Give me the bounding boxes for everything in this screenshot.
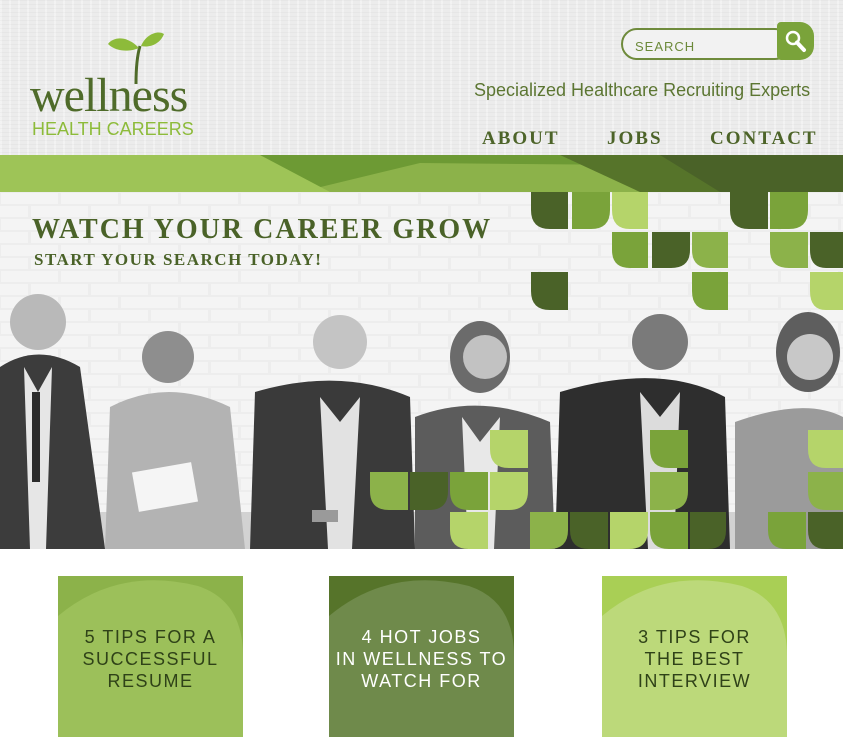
site-header: wellness HEALTH CAREERS Specialized Heal… — [0, 0, 843, 157]
search-box — [621, 28, 791, 60]
nav-jobs[interactable]: JOBS — [607, 128, 663, 150]
magnifier-icon — [785, 30, 806, 52]
hero-banner: WATCH YOUR CAREER GROW START YOUR SEARCH… — [0, 192, 843, 549]
search-input[interactable] — [633, 35, 777, 57]
logo-subtitle: HEALTH CAREERS — [32, 119, 194, 139]
nav-about[interactable]: ABOUT — [482, 128, 560, 150]
tile-interview-tips[interactable]: 3 TIPS FOR THE BEST INTERVIEW — [602, 576, 787, 737]
tile-label: 4 HOT JOBS IN WELLNESS TO WATCH FOR — [335, 627, 508, 691]
logo-wordmark: wellness — [30, 69, 188, 122]
hero-subtitle: START YOUR SEARCH TODAY! — [34, 250, 323, 269]
tile-label: 3 TIPS FOR THE BEST INTERVIEW — [637, 627, 752, 691]
tagline: Specialized Healthcare Recruiting Expert… — [474, 80, 811, 100]
logo[interactable]: wellness HEALTH CAREERS — [26, 28, 216, 143]
tile-label: 5 TIPS FOR A SUCCESSFUL RESUME — [82, 627, 219, 691]
decorative-green-band — [0, 155, 843, 192]
nav-contact[interactable]: CONTACT — [710, 128, 818, 150]
hero-title: WATCH YOUR CAREER GROW — [32, 214, 493, 245]
tile-hot-jobs[interactable]: 4 HOT JOBS IN WELLNESS TO WATCH FOR — [329, 576, 514, 737]
tile-resume-tips[interactable]: 5 TIPS FOR A SUCCESSFUL RESUME — [58, 576, 243, 737]
search-button[interactable] — [777, 22, 814, 60]
